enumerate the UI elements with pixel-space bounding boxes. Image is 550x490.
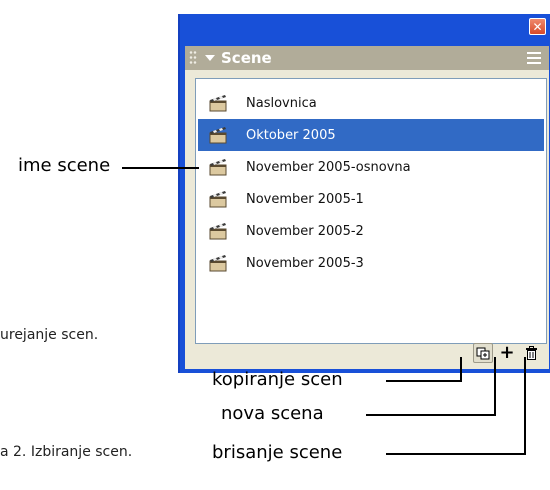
clapperboard-icon xyxy=(209,95,227,112)
clapperboard-icon xyxy=(209,127,227,144)
annotation-new-scene: nova scena xyxy=(221,403,324,424)
panel-header[interactable]: Scene xyxy=(185,46,549,70)
scene-name: Oktober 2005 xyxy=(246,127,336,143)
scene-item-selected[interactable]: Oktober 2005 xyxy=(198,119,544,151)
leader-line-new-v xyxy=(494,357,496,416)
title-bar: ✕ xyxy=(180,14,550,38)
scene-name: November 2005-osnovna xyxy=(246,159,411,175)
annotation-delete-scene: brisanje scene xyxy=(212,442,343,463)
clapperboard-icon xyxy=(209,255,227,272)
duplicate-icon xyxy=(476,347,490,359)
caption-partial-2: a 2. Izbiranje scen. xyxy=(0,444,133,460)
panel-title: Scene xyxy=(221,49,272,67)
close-icon: ✕ xyxy=(532,19,543,34)
scene-item[interactable]: November 2005-osnovna xyxy=(198,151,544,183)
leader-line-delete-v xyxy=(524,357,526,455)
scene-item[interactable]: November 2005-2 xyxy=(198,215,544,247)
scene-name: Naslovnica xyxy=(246,95,317,111)
duplicate-scene-button[interactable] xyxy=(473,343,493,363)
leader-line-delete-h xyxy=(386,453,526,455)
clapperboard-icon xyxy=(209,223,227,240)
grip-handle-icon[interactable] xyxy=(189,50,197,66)
annotation-copy-scene: kopiranje scen xyxy=(212,369,343,390)
scene-name: November 2005-1 xyxy=(246,191,364,207)
scene-item[interactable]: November 2005-3 xyxy=(198,247,544,279)
scene-window: ✕ Scene Naslovnica Oktober 2005 November… xyxy=(178,14,550,373)
scene-name: November 2005-3 xyxy=(246,255,364,271)
add-scene-button[interactable]: + xyxy=(497,343,517,363)
caption-partial-1: urejanje scen. xyxy=(0,327,99,343)
leader-line-new-h xyxy=(366,414,496,416)
scene-name: November 2005-2 xyxy=(246,223,364,239)
clapperboard-icon xyxy=(209,191,227,208)
scene-list[interactable]: Naslovnica Oktober 2005 November 2005-os… xyxy=(195,78,547,344)
leader-line-copy-v xyxy=(460,357,462,382)
collapse-triangle-icon[interactable] xyxy=(205,55,215,61)
plus-icon: + xyxy=(499,342,515,363)
leader-line-scene-name xyxy=(122,167,199,169)
scene-panel: Scene Naslovnica Oktober 2005 November 2… xyxy=(185,46,549,369)
leader-line-copy-h xyxy=(386,380,462,382)
scene-item[interactable]: November 2005-1 xyxy=(198,183,544,215)
options-menu-icon[interactable] xyxy=(527,52,541,64)
clapperboard-icon xyxy=(209,159,227,176)
trash-icon xyxy=(525,346,537,360)
scene-item[interactable]: Naslovnica xyxy=(198,87,544,119)
scene-toolbar: + xyxy=(473,343,541,363)
close-button[interactable]: ✕ xyxy=(529,18,546,35)
annotation-scene-name: ime scene xyxy=(18,155,111,176)
